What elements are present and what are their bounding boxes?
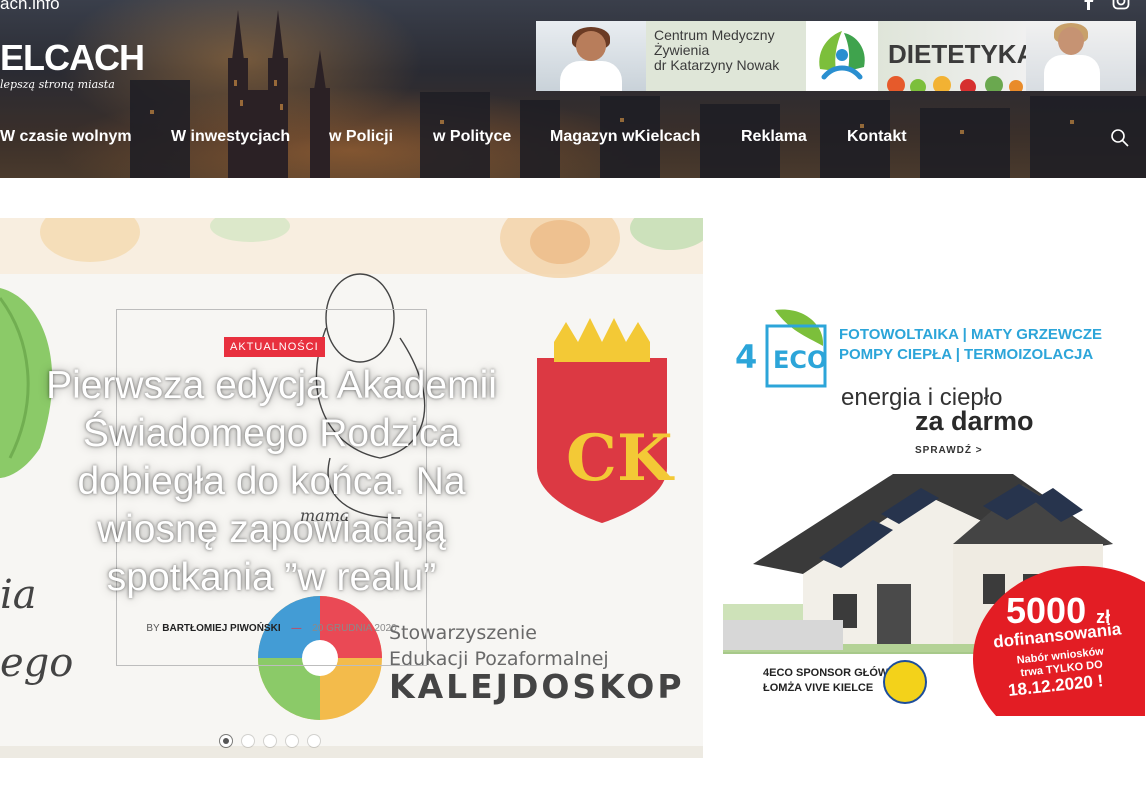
- slider-dot-3[interactable]: [264, 735, 276, 747]
- clinic-logo-icon: [806, 21, 878, 91]
- svg-text:ECO: ECO: [773, 346, 827, 374]
- ad-services-line-2: POMPY CIEPŁA | TERMOIZOLACJA: [839, 346, 1094, 363]
- category-badge[interactable]: AKTUALNOŚCI: [224, 337, 325, 357]
- header-ad-banner[interactable]: Centrum Medyczny Żywienia dr Katarzyny N…: [536, 21, 1136, 91]
- nav-item-magazyn[interactable]: Magazyn wKielcach: [550, 128, 700, 146]
- author-link[interactable]: BARTŁOMIEJ PIWOŃSKI: [162, 623, 280, 634]
- slider-dot-5[interactable]: [308, 735, 320, 747]
- site-header: ach.info ELCACH lepszą stroną miasta Cen…: [0, 0, 1146, 178]
- search-icon[interactable]: [1110, 128, 1130, 148]
- facebook-icon[interactable]: [1080, 0, 1098, 10]
- featured-slider[interactable]: mama CK Stowarzyszenie Edukacji Pozaform…: [0, 218, 703, 758]
- dietetyka-panel: DIETETYKA: [878, 21, 1035, 91]
- doctor-photo: [536, 21, 646, 91]
- slider-dot-4[interactable]: [286, 735, 298, 747]
- nav-item-w-czasie-wolnym[interactable]: W czasie wolnym: [0, 128, 132, 146]
- slide-title[interactable]: Pierwsza edycja Akademii Świadomego Rodz…: [20, 362, 523, 602]
- site-url-text[interactable]: ach.info: [0, 0, 60, 14]
- banner-line-2: Żywienia: [654, 42, 710, 58]
- banner-line-1: Centrum Medyczny: [654, 27, 775, 43]
- nav-item-w-policji[interactable]: w Policji: [329, 128, 393, 146]
- banner-clinic-name: Centrum Medyczny Żywienia dr Katarzyny N…: [646, 21, 806, 91]
- sidebar-ad-4eco[interactable]: 4 ECO FOTOWOLTAIKA | MATY GRZEWCZE POMPY…: [723, 294, 1145, 716]
- svg-text:4: 4: [735, 338, 757, 376]
- ad-free-text: za darmo: [915, 406, 1034, 436]
- meta-separator: —: [291, 623, 302, 634]
- nav-item-reklama[interactable]: Reklama: [741, 128, 807, 146]
- handball-club-logo: [883, 660, 927, 704]
- logo-tagline: lepszą stroną miasta: [0, 78, 115, 91]
- post-date: 20 GRUDNIA 2020: [312, 623, 397, 634]
- meta-by: BY: [146, 623, 160, 634]
- ad-services-line-1: FOTOWOLTAIKA | MATY GRZEWCZE: [839, 326, 1103, 343]
- dietitian-photo: [1026, 21, 1136, 91]
- slider-dot-2[interactable]: [242, 735, 254, 747]
- slider-dot-1[interactable]: [220, 735, 232, 747]
- nav-item-kontakt[interactable]: Kontakt: [847, 128, 907, 146]
- slider-pagination: [220, 735, 320, 747]
- post-meta: BY BARTŁOMIEJ PIWOŃSKI — 20 GRUDNIA 2020: [0, 623, 543, 634]
- 4eco-logo: 4 ECO: [735, 309, 827, 388]
- nav-item-w-inwestycjach[interactable]: W inwestycjach: [171, 128, 290, 146]
- site-logo[interactable]: ELCACH lepszą stroną miasta: [0, 37, 145, 92]
- banner-line-3: dr Katarzyny Nowak: [654, 57, 780, 73]
- logo-wordmark: ELCACH: [0, 37, 145, 78]
- nav-item-w-polityce[interactable]: w Polityce: [433, 128, 511, 146]
- social-links: [1080, 0, 1130, 10]
- banner-brand: DIETETYKA: [888, 39, 1036, 69]
- instagram-icon[interactable]: [1112, 0, 1130, 10]
